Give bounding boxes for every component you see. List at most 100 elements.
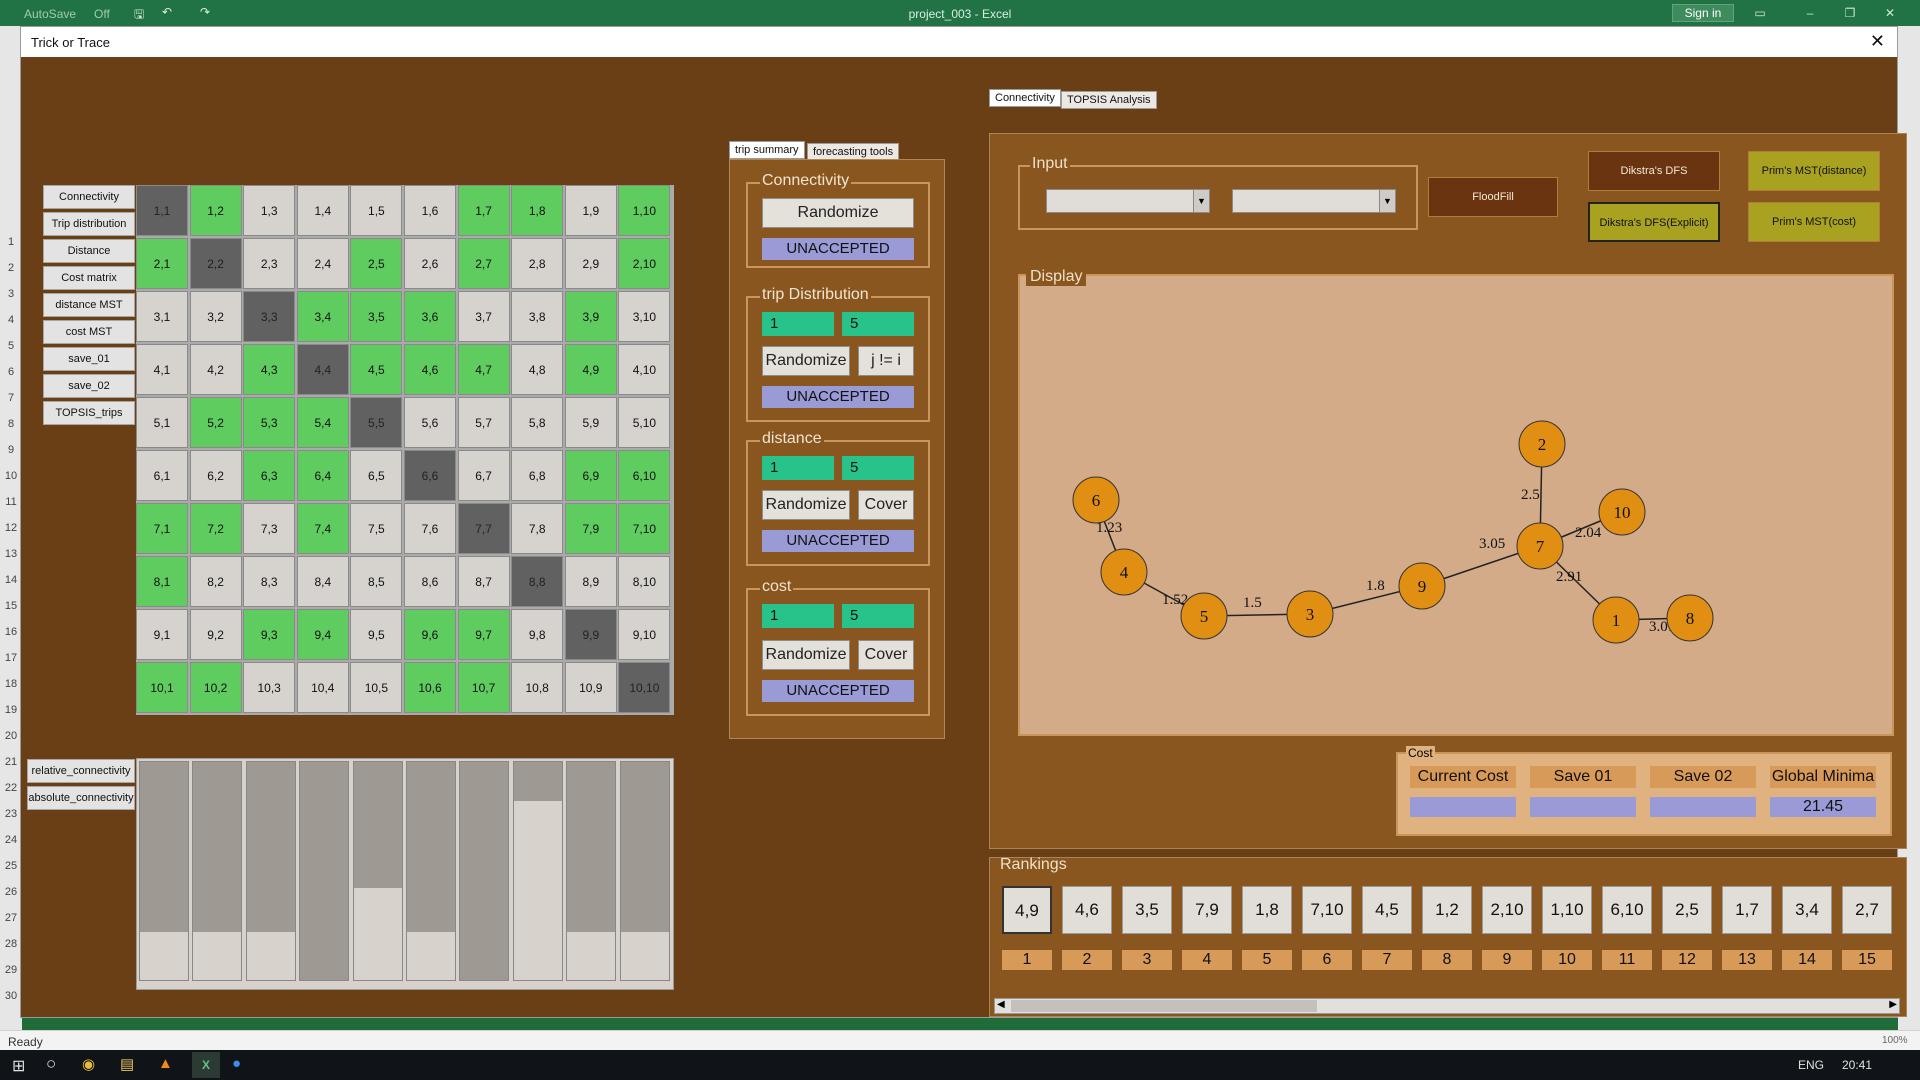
- grid-cell[interactable]: 9,9: [564, 609, 617, 660]
- grid-cell[interactable]: 2,4: [296, 238, 349, 289]
- grid-cell[interactable]: 1,7: [457, 185, 510, 236]
- row-number[interactable]: 13: [0, 548, 22, 560]
- grid-cell[interactable]: 6,10: [618, 450, 671, 501]
- grid-cell[interactable]: 4,7: [457, 344, 510, 395]
- grid-cell[interactable]: 9,10: [618, 609, 671, 660]
- row-number[interactable]: 10: [0, 470, 22, 482]
- ranking-item[interactable]: 4,5: [1362, 886, 1412, 934]
- grid-cell[interactable]: 3,8: [511, 291, 564, 342]
- row-number[interactable]: 15: [0, 600, 22, 612]
- row-number[interactable]: 30: [0, 990, 22, 1002]
- grid-cell[interactable]: 4,9: [564, 344, 617, 395]
- row-number[interactable]: 21: [0, 756, 22, 768]
- grid-cell[interactable]: 6,2: [189, 450, 242, 501]
- prim-mst-cost-button[interactable]: Prim's MST(cost): [1748, 202, 1880, 242]
- tab-topsis-analysis[interactable]: TOPSIS Analysis: [1061, 91, 1157, 109]
- row-number[interactable]: 6: [0, 366, 22, 378]
- grid-cell[interactable]: 8,7: [457, 556, 510, 607]
- floodfill-button[interactable]: FloodFill: [1428, 177, 1558, 217]
- ranking-item[interactable]: 2,5: [1662, 886, 1712, 934]
- grid-cell[interactable]: 2,7: [457, 238, 510, 289]
- left-button-1[interactable]: Trip distribution: [43, 212, 135, 236]
- grid-cell[interactable]: 2,5: [350, 238, 403, 289]
- grid-cell[interactable]: 4,5: [350, 344, 403, 395]
- grid-cell[interactable]: 7,8: [511, 503, 564, 554]
- grid-cell[interactable]: 1,5: [350, 185, 403, 236]
- dikstra-dfs-button[interactable]: Dikstra's DFS: [1588, 151, 1720, 191]
- restore-icon[interactable]: ❐: [1840, 6, 1860, 20]
- grid-cell[interactable]: 8,2: [189, 556, 242, 607]
- ribbon-display-icon[interactable]: ▭: [1750, 6, 1770, 20]
- dikstra-dfs-explicit-button[interactable]: Dikstra's DFS(Explicit): [1588, 202, 1720, 242]
- row-number[interactable]: 7: [0, 392, 22, 404]
- grid-cell[interactable]: 10,4: [296, 662, 349, 713]
- grid-cell[interactable]: 6,8: [511, 450, 564, 501]
- grid-cell[interactable]: 10,9: [564, 662, 617, 713]
- ranking-item[interactable]: 4,6: [1062, 886, 1112, 934]
- grid-cell[interactable]: 8,9: [564, 556, 617, 607]
- ranking-item[interactable]: 7,9: [1182, 886, 1232, 934]
- grid-cell[interactable]: 5,8: [511, 397, 564, 448]
- grid-cell[interactable]: 7,4: [296, 503, 349, 554]
- grid-cell[interactable]: 5,4: [296, 397, 349, 448]
- grid-cell[interactable]: 6,3: [243, 450, 296, 501]
- grid-cell[interactable]: 8,10: [618, 556, 671, 607]
- start-icon[interactable]: ⊞: [12, 1056, 25, 1076]
- row-number[interactable]: 26: [0, 886, 22, 898]
- grid-cell[interactable]: 1,3: [243, 185, 296, 236]
- grid-cell[interactable]: 6,9: [564, 450, 617, 501]
- grid-cell[interactable]: 3,1: [136, 291, 188, 342]
- ranking-item[interactable]: 1,8: [1242, 886, 1292, 934]
- ranking-item[interactable]: 4,9: [1002, 886, 1052, 934]
- distance-min-input[interactable]: 1: [762, 456, 834, 480]
- ranking-item[interactable]: 6,10: [1602, 886, 1652, 934]
- zoom-level[interactable]: 100%: [1882, 1035, 1908, 1046]
- chevron-down-icon[interactable]: ▼: [1379, 190, 1395, 212]
- graph-node[interactable]: 2: [1518, 420, 1566, 468]
- row-number[interactable]: 19: [0, 704, 22, 716]
- grid-cell[interactable]: 5,2: [189, 397, 242, 448]
- graph-node[interactable]: 6: [1072, 476, 1120, 524]
- grid-cell[interactable]: 4,2: [189, 344, 242, 395]
- grid-cell[interactable]: 4,3: [243, 344, 296, 395]
- row-number[interactable]: 12: [0, 522, 22, 534]
- grid-cell[interactable]: 8,8: [511, 556, 564, 607]
- graph-node[interactable]: 4: [1100, 548, 1148, 596]
- scroll-left-icon[interactable]: ◀: [997, 999, 1005, 1010]
- row-number[interactable]: 27: [0, 912, 22, 924]
- clock[interactable]: 20:41: [1842, 1058, 1872, 1072]
- grid-cell[interactable]: 7,5: [350, 503, 403, 554]
- row-number[interactable]: 2: [0, 262, 22, 274]
- grid-cell[interactable]: 10,5: [350, 662, 403, 713]
- end-node-combo[interactable]: ▼: [1232, 189, 1396, 213]
- left-button-3[interactable]: Cost matrix: [43, 266, 135, 290]
- grid-cell[interactable]: 3,6: [404, 291, 456, 342]
- row-number[interactable]: 5: [0, 340, 22, 352]
- row-number[interactable]: 9: [0, 444, 22, 456]
- grid-cell[interactable]: 8,6: [404, 556, 456, 607]
- grid-cell[interactable]: 8,5: [350, 556, 403, 607]
- grid-cell[interactable]: 5,10: [618, 397, 671, 448]
- cost-max-input[interactable]: 5: [842, 604, 914, 628]
- save-02-label[interactable]: Save 02: [1650, 766, 1756, 788]
- row-number[interactable]: 4: [0, 314, 22, 326]
- grid-cell[interactable]: 9,3: [243, 609, 296, 660]
- grid-cell[interactable]: 8,3: [243, 556, 296, 607]
- ranking-item[interactable]: 1,10: [1542, 886, 1592, 934]
- grid-cell[interactable]: 1,8: [511, 185, 564, 236]
- row-number[interactable]: 8: [0, 418, 22, 430]
- grid-cell[interactable]: 9,1: [136, 609, 188, 660]
- grid-cell[interactable]: 5,3: [243, 397, 296, 448]
- grid-cell[interactable]: 1,10: [618, 185, 671, 236]
- cost-randomize-button[interactable]: Randomize: [762, 640, 850, 670]
- grid-cell[interactable]: 10,3: [243, 662, 296, 713]
- grid-cell[interactable]: 10,7: [457, 662, 510, 713]
- grid-cell[interactable]: 10,2: [189, 662, 242, 713]
- grid-cell[interactable]: 7,10: [618, 503, 671, 554]
- row-number[interactable]: 28: [0, 938, 22, 950]
- row-number[interactable]: 25: [0, 860, 22, 872]
- row-number[interactable]: 20: [0, 730, 22, 742]
- rankings-scrollbar[interactable]: ◀ ▶: [994, 998, 1900, 1014]
- grid-cell[interactable]: 2,2: [189, 238, 242, 289]
- grid-cell[interactable]: 5,1: [136, 397, 188, 448]
